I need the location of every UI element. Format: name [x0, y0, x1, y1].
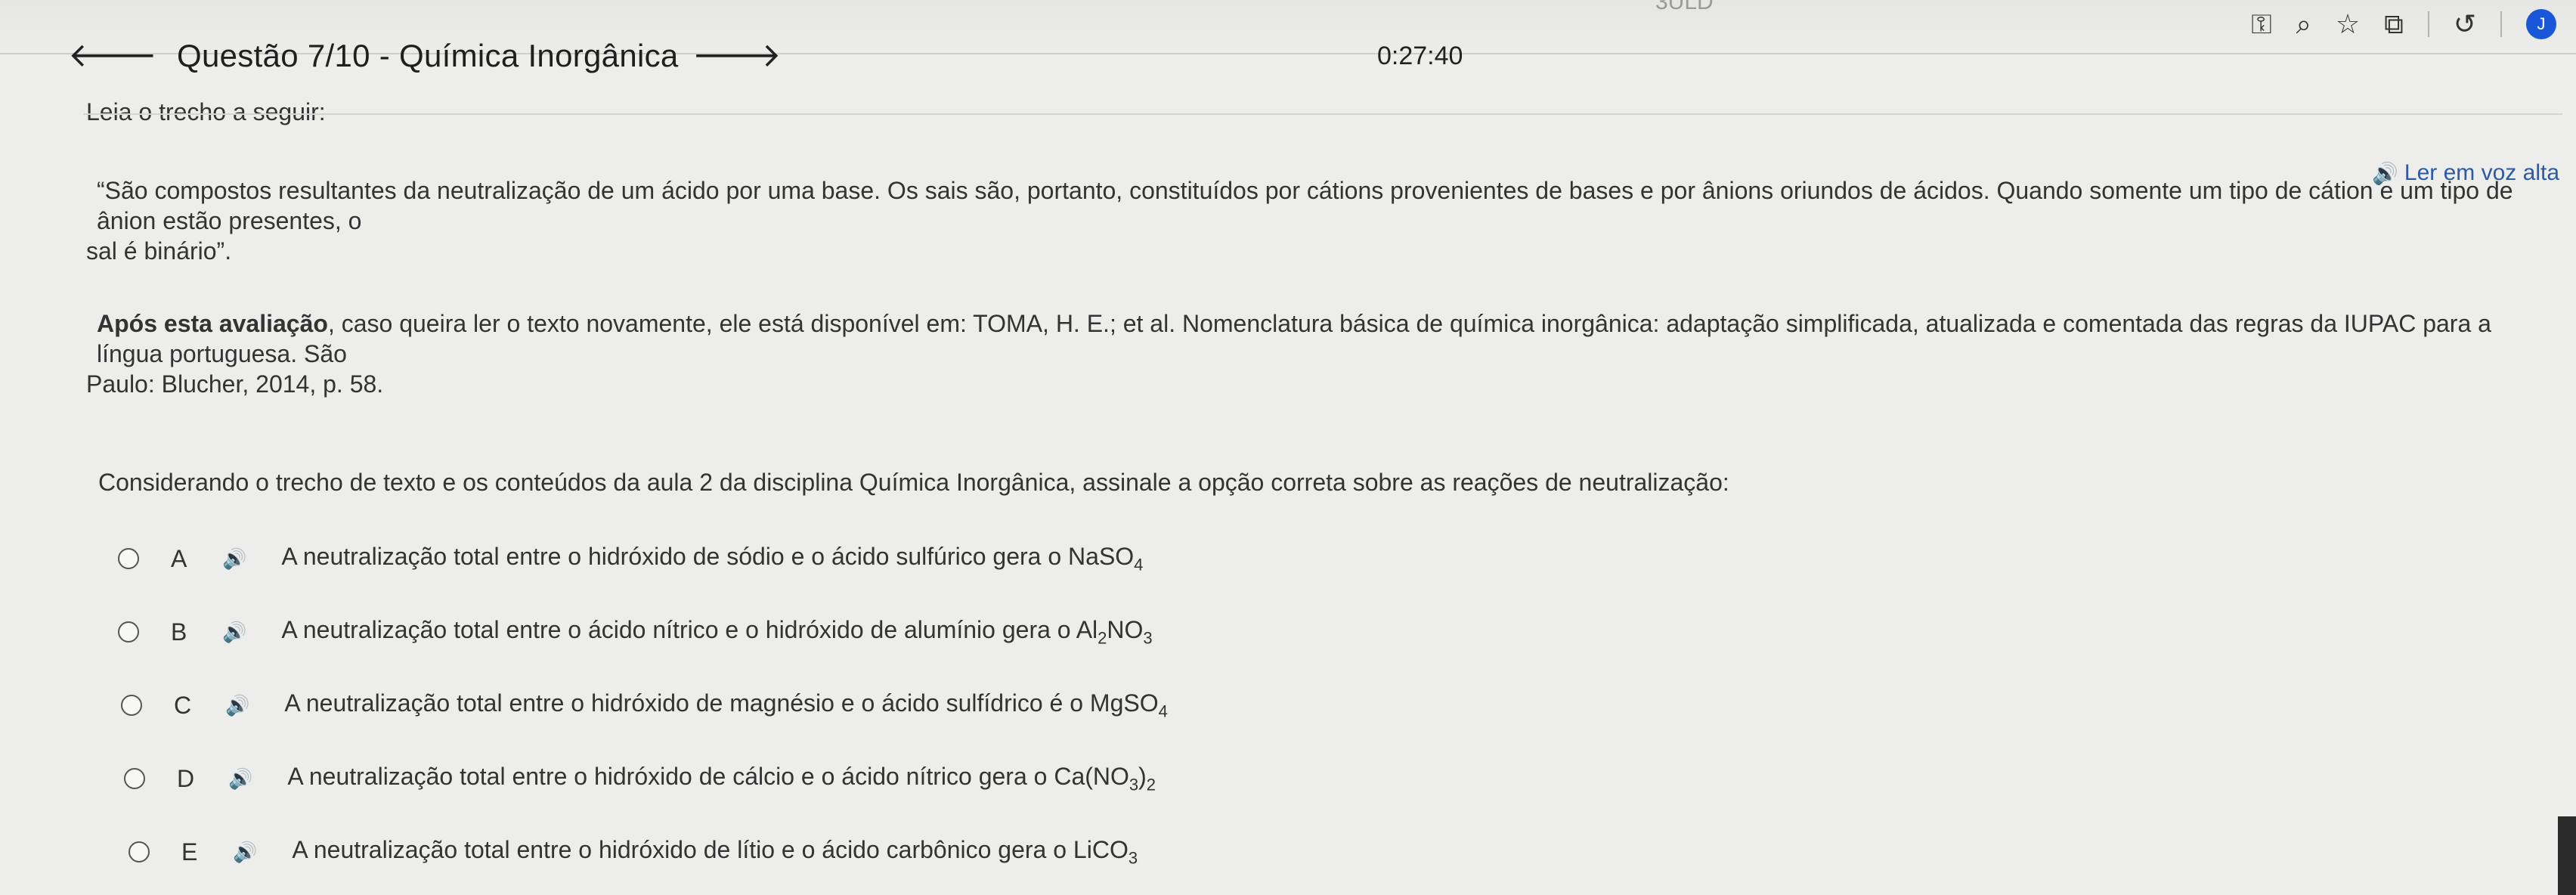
- star-icon[interactable]: ☆: [2336, 11, 2360, 38]
- option-b[interactable]: B 🔊 A neutralização total entre o ácido …: [118, 616, 1153, 648]
- question-header: 🡐 Questão 7/10 - Química Inorgânica 🡒: [68, 33, 782, 79]
- history-icon[interactable]: ↺: [2454, 11, 2476, 38]
- browser-actions: ⚿ ⌕ ☆ ⧉ ↺ J: [2251, 9, 2556, 39]
- key-icon[interactable]: ⚿: [2251, 11, 2271, 38]
- forward-arrow-icon[interactable]: 🡒: [692, 39, 782, 73]
- avatar[interactable]: J: [2526, 9, 2556, 39]
- question-text: Considerando o trecho de texto e os cont…: [98, 469, 1729, 496]
- reference-line-1: Após esta avaliação, caso queira ler o t…: [86, 308, 2550, 369]
- quoted-excerpt: “São compostos resultantes da neutraliza…: [86, 175, 2550, 266]
- option-text: A neutralização total entre o hidróxido …: [281, 543, 1144, 574]
- speaker-icon[interactable]: 🔊: [228, 767, 252, 791]
- extension-icon[interactable]: ⧉: [2384, 11, 2404, 38]
- speaker-icon[interactable]: 🔊: [222, 621, 246, 644]
- option-letter: A: [171, 544, 187, 572]
- page-title: Questão 7/10 - Química Inorgânica: [177, 38, 679, 73]
- toolbar-divider: [2427, 11, 2429, 37]
- speaker-icon[interactable]: 🔊: [222, 547, 246, 571]
- radio-button[interactable]: [128, 841, 150, 863]
- back-arrow-icon[interactable]: 🡐: [68, 39, 157, 73]
- speaker-icon[interactable]: 🔊: [233, 841, 257, 864]
- option-letter: D: [177, 764, 195, 792]
- instruction-text: Leia o trecho a seguir:: [86, 98, 326, 125]
- option-letter: E: [181, 838, 198, 866]
- option-d[interactable]: D 🔊 A neutralização total entre o hidróx…: [124, 763, 1156, 794]
- quote-line-1: “São compostos resultantes da neutraliza…: [97, 177, 2513, 234]
- option-text: A neutralização total entre o hidróxido …: [287, 763, 1156, 794]
- reference-line-2: Paulo: Blucher, 2014, p. 58.: [86, 370, 384, 398]
- radio-button[interactable]: [118, 621, 139, 643]
- option-text: A neutralização total entre o hidróxido …: [292, 836, 1138, 868]
- radio-button[interactable]: [121, 695, 142, 717]
- window-edge: [2558, 816, 2576, 895]
- option-e[interactable]: E 🔊 A neutralização total entre o hidróx…: [128, 836, 1138, 868]
- content-divider: [83, 113, 2562, 115]
- option-c[interactable]: C 🔊 A neutralização total entre o hidróx…: [121, 689, 1168, 721]
- url-fragment: 3ULD: [1655, 0, 1714, 14]
- zoom-icon[interactable]: ⌕: [2296, 11, 2311, 38]
- timer: 0:27:40: [1377, 42, 1463, 70]
- radio-button[interactable]: [124, 768, 145, 790]
- option-letter: B: [171, 618, 187, 646]
- quote-line-2: sal é binário”.: [86, 237, 232, 265]
- reference-line-1-rest: , caso queira ler o texto novamente, ele…: [97, 310, 2491, 367]
- reference-bold: Após esta avaliação: [97, 310, 328, 337]
- option-letter: C: [174, 691, 192, 719]
- toolbar-divider: [2500, 11, 2502, 37]
- option-text: A neutralização total entre o hidróxido …: [284, 689, 1168, 721]
- option-text: A neutralização total entre o ácido nítr…: [281, 616, 1153, 648]
- option-a[interactable]: A 🔊 A neutralização total entre o hidróx…: [118, 543, 1143, 574]
- radio-button[interactable]: [118, 548, 139, 570]
- speaker-icon[interactable]: 🔊: [225, 694, 249, 717]
- reference-text: Após esta avaliação, caso queira ler o t…: [86, 308, 2550, 399]
